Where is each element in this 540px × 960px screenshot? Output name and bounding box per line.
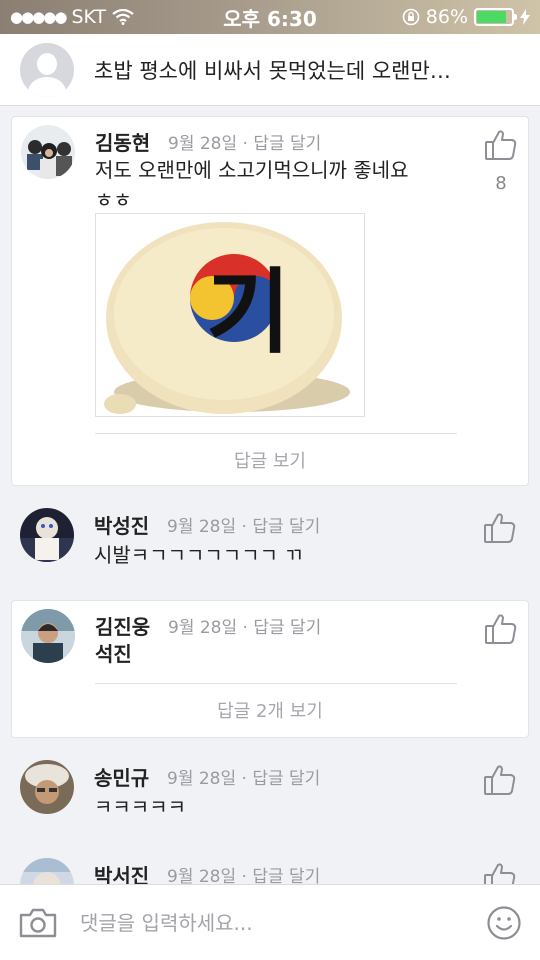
commenter-avatar[interactable] [21,125,75,179]
meta-separator: · [242,618,248,638]
like-icon[interactable] [482,510,518,546]
comment-input[interactable] [80,910,486,935]
comment-meta: 9월 28일 · 답글 달기 [167,764,320,789]
commenter-avatar[interactable] [20,858,74,884]
commenter-avatar[interactable] [21,609,75,663]
commenter-name[interactable]: 박서진 [94,860,149,884]
like-icon[interactable] [483,611,519,647]
status-right: 86% [340,6,530,28]
commenter-name[interactable]: 송민규 [94,762,149,791]
commenter-name[interactable]: 김진웅 [95,611,150,640]
comment-date: 9월 28일 [167,867,237,884]
wifi-icon [112,9,134,25]
comment-card: 김동현 9월 28일 · 답글 달기 저도 오랜만에 소고기먹으니까 좋네요 ㅎ… [11,116,529,486]
battery-fill [477,11,507,23]
camera-icon[interactable] [18,907,58,939]
status-bar: ●●●●● SKT 오후 6:30 86% [0,0,540,34]
comment-meta: 9월 28일 · 답글 달기 [167,862,320,884]
post-title[interactable]: 초밥 평소에 비싸서 못먹었는데 오랜만… [94,55,514,85]
like-icon[interactable] [482,860,518,884]
comment-item: 송민규 9월 28일 · 답글 달기 ㅋㅋㅋㅋㅋ [0,750,540,840]
commenter-avatar[interactable] [20,508,74,562]
carrier-label: SKT [71,6,107,28]
meta-separator: · [241,867,247,884]
reply-button[interactable]: 답글 달기 [253,134,321,154]
clock: 오후 6:30 [223,6,317,31]
comment-date: 9월 28일 [168,134,238,154]
comment-date: 9월 28일 [167,517,237,537]
comment-text: ㅋㅋㅋㅋㅋ [94,795,186,819]
comment-meta: 9월 28일 · 답글 달기 [168,613,321,638]
commenter-name[interactable]: 김동현 [95,127,150,156]
view-replies-button[interactable]: 답글 보기 [12,447,528,473]
smiley-icon[interactable] [486,905,522,941]
attached-image[interactable]: 기 [95,213,365,417]
reply-button[interactable]: 답글 달기 [253,618,321,638]
card-divider [95,683,457,684]
meta-separator: · [241,769,247,789]
comment-date: 9월 28일 [168,618,238,638]
comment-text-line: 저도 오랜만에 소고기먹으니까 좋네요 [95,158,409,182]
commenter-avatar[interactable] [20,760,74,814]
comment-text: 저도 오랜만에 소고기먹으니까 좋네요 ㅎㅎ [95,155,408,215]
meta-separator: · [242,134,248,154]
status-left: ●●●●● SKT [10,6,200,28]
post-author-avatar[interactable] [20,42,74,97]
comment-item: 박서진 9월 28일 · 답글 달기 [0,848,540,884]
image-overlay-text: 기 [206,259,291,366]
like-count: 8 [495,173,507,194]
like-icon[interactable] [483,127,519,163]
reply-button[interactable]: 답글 달기 [252,517,320,537]
comment-meta: 9월 28일 · 답글 달기 [167,512,320,537]
view-replies-button[interactable]: 답글 2개 보기 [12,697,528,723]
comment-text-line: ㅎㅎ [95,188,132,212]
charging-bolt-icon [520,9,530,25]
comment-list[interactable]: 김동현 9월 28일 · 답글 달기 저도 오랜만에 소고기먹으니까 좋네요 ㅎ… [0,106,540,884]
comment-item: 박성진 9월 28일 · 답글 달기 시발ㅋㄱㄱㄱㄱㄱㄱㄱ ㄲ [0,498,540,588]
comment-date: 9월 28일 [167,769,237,789]
comment-card: 김진웅 9월 28일 · 답글 달기 석진 답글 2개 보기 [11,600,529,738]
like-icon[interactable] [482,762,518,798]
card-divider [95,433,457,434]
commenter-name[interactable]: 박성진 [94,510,149,539]
comment-meta: 9월 28일 · 답글 달기 [168,129,321,154]
comment-text: 시발ㅋㄱㄱㄱㄱㄱㄱㄱ ㄲ [94,543,303,567]
meta-separator: · [241,517,247,537]
comment-input-bar [0,884,540,960]
battery-icon [474,8,517,26]
post-header[interactable]: 초밥 평소에 비싸서 못먹었는데 오랜만… [0,34,540,106]
rotation-lock-icon [402,8,420,26]
battery-percent: 86% [425,6,468,28]
signal-strength-icon: ●●●●● [10,8,67,26]
reply-button[interactable]: 답글 달기 [252,769,320,789]
reply-button[interactable]: 답글 달기 [252,867,320,884]
comment-text: 석진 [95,642,132,666]
